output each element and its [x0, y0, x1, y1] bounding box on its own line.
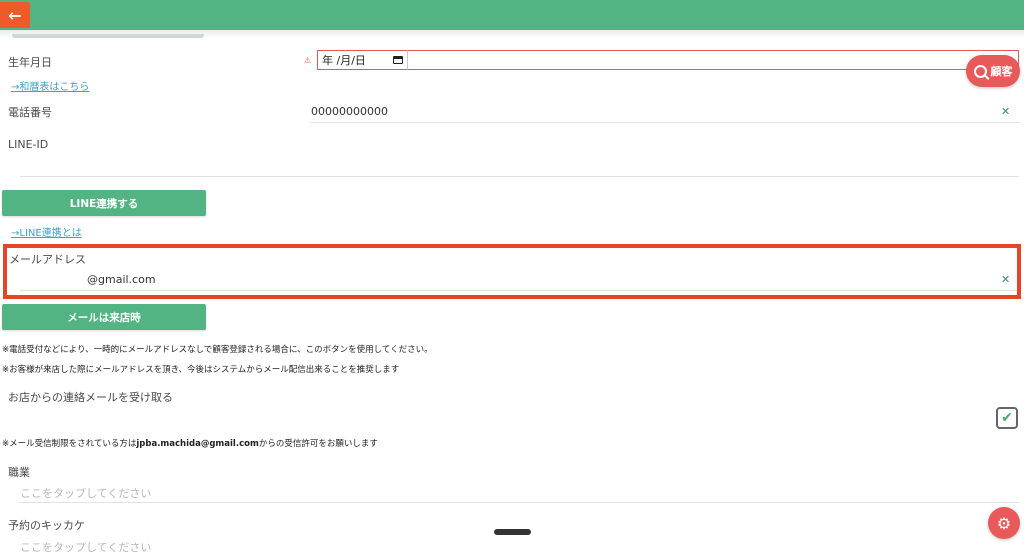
settings-button[interactable]: ⚙: [988, 507, 1020, 539]
home-indicator: [494, 529, 531, 535]
birthday-date-input[interactable]: 年 /月/日: [317, 50, 407, 70]
warning-icon: ⚠: [304, 56, 312, 65]
line-connect-info-link[interactable]: →LINE連携とは: [11, 224, 82, 239]
japanese-calendar-link[interactable]: →和暦表はこちら: [11, 78, 89, 93]
reservation-trigger-select[interactable]: ここをタップしてください: [20, 539, 151, 555]
occupation-underline: [20, 502, 1019, 503]
line-id-label: LINE-ID: [8, 138, 49, 151]
email-at-visit-button[interactable]: メールは来店時: [2, 304, 206, 330]
note-temporary-registration: ※電話受付などにより、一時的にメールアドレスなしで顧客登録される場合に、このボタ…: [2, 345, 433, 355]
mail-permission-suffix: からの受信許可をお願いします: [258, 439, 378, 449]
receive-mail-label: お店からの連絡メールを受け取る: [8, 391, 173, 404]
birthday-input-frame: [407, 50, 1019, 70]
occupation-select[interactable]: ここをタップしてください: [20, 485, 151, 501]
mail-permission-email: jpba.machida@gmail.com: [136, 439, 259, 449]
search-icon: [973, 64, 987, 78]
email-highlight-frame: [3, 244, 1021, 299]
line-id-underline: [20, 176, 1019, 177]
phone-input[interactable]: 00000000000: [311, 105, 388, 118]
mail-permission-note: ※メール受信制限をされている方はjpba.machida@gmail.comから…: [2, 437, 378, 449]
customer-search-button[interactable]: 顧客: [966, 55, 1020, 87]
reservation-trigger-label: 予約のキッカケ: [8, 519, 85, 532]
mail-permission-prefix: ※メール受信制限をされている方は: [2, 439, 137, 449]
back-button[interactable]: ←: [0, 2, 30, 28]
phone-label: 電話番号: [8, 106, 52, 119]
customer-search-label: 顧客: [990, 65, 1013, 78]
top-header-bar: [0, 0, 1024, 30]
checkmark-icon: ✔: [1001, 410, 1013, 426]
birthday-label: 生年月日: [8, 56, 52, 69]
note-email-recommendation: ※お客様が来店した際にメールアドレスを頂き、今後はシステムからメール配信出来るこ…: [2, 365, 400, 375]
phone-underline: [310, 122, 1019, 123]
arrow-left-icon: ←: [8, 5, 22, 25]
receive-mail-checkbox[interactable]: ✔: [996, 407, 1018, 429]
occupation-label: 職業: [8, 466, 30, 479]
date-placeholder: 年 /月/日: [322, 54, 366, 67]
calendar-icon[interactable]: [393, 56, 403, 64]
gear-icon: ⚙: [996, 513, 1012, 533]
line-connect-button[interactable]: LINE連携する: [2, 190, 206, 216]
phone-clear-icon[interactable]: ✕: [1001, 105, 1010, 118]
scrolled-button-edge: [12, 34, 204, 38]
